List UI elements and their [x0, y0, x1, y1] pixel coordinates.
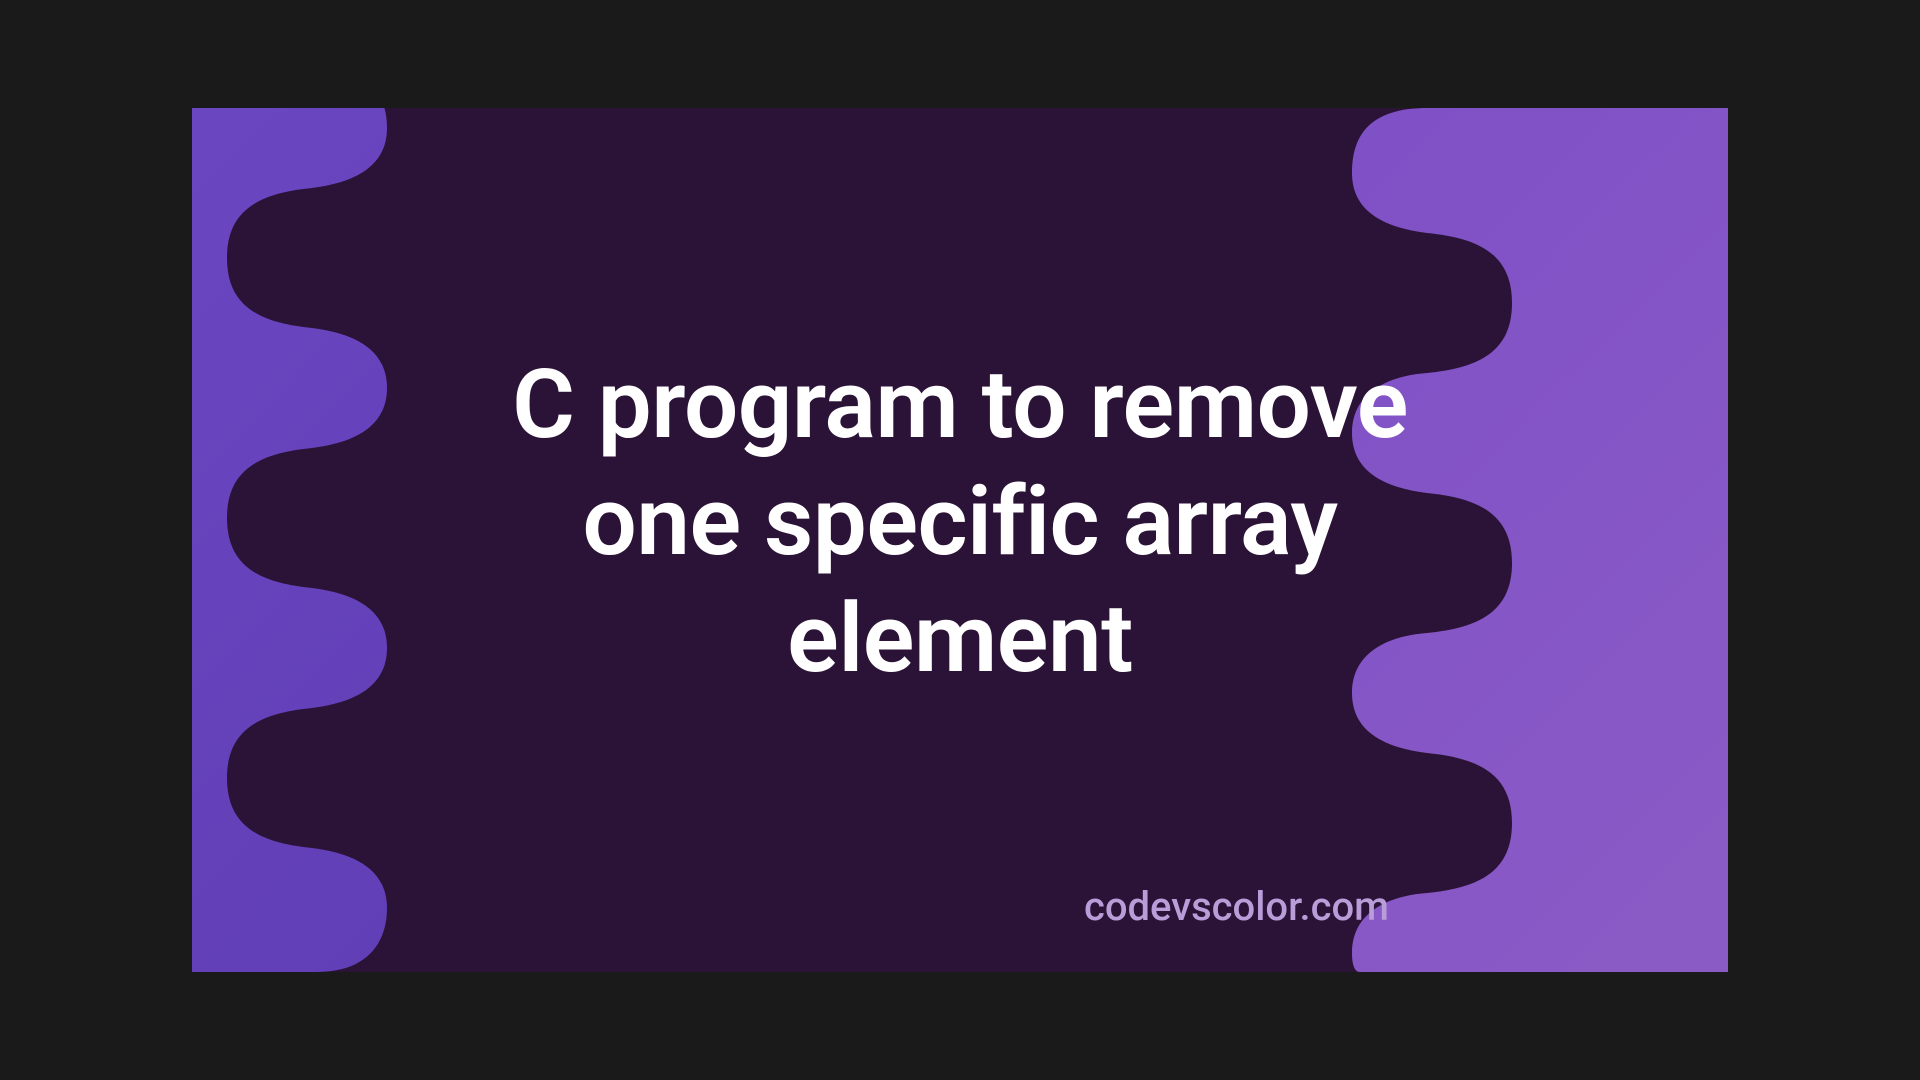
- banner-title: C program to remove one specific array e…: [510, 347, 1410, 698]
- watermark-text: codevscolor.com: [1084, 883, 1389, 930]
- banner-canvas: C program to remove one specific array e…: [192, 108, 1728, 972]
